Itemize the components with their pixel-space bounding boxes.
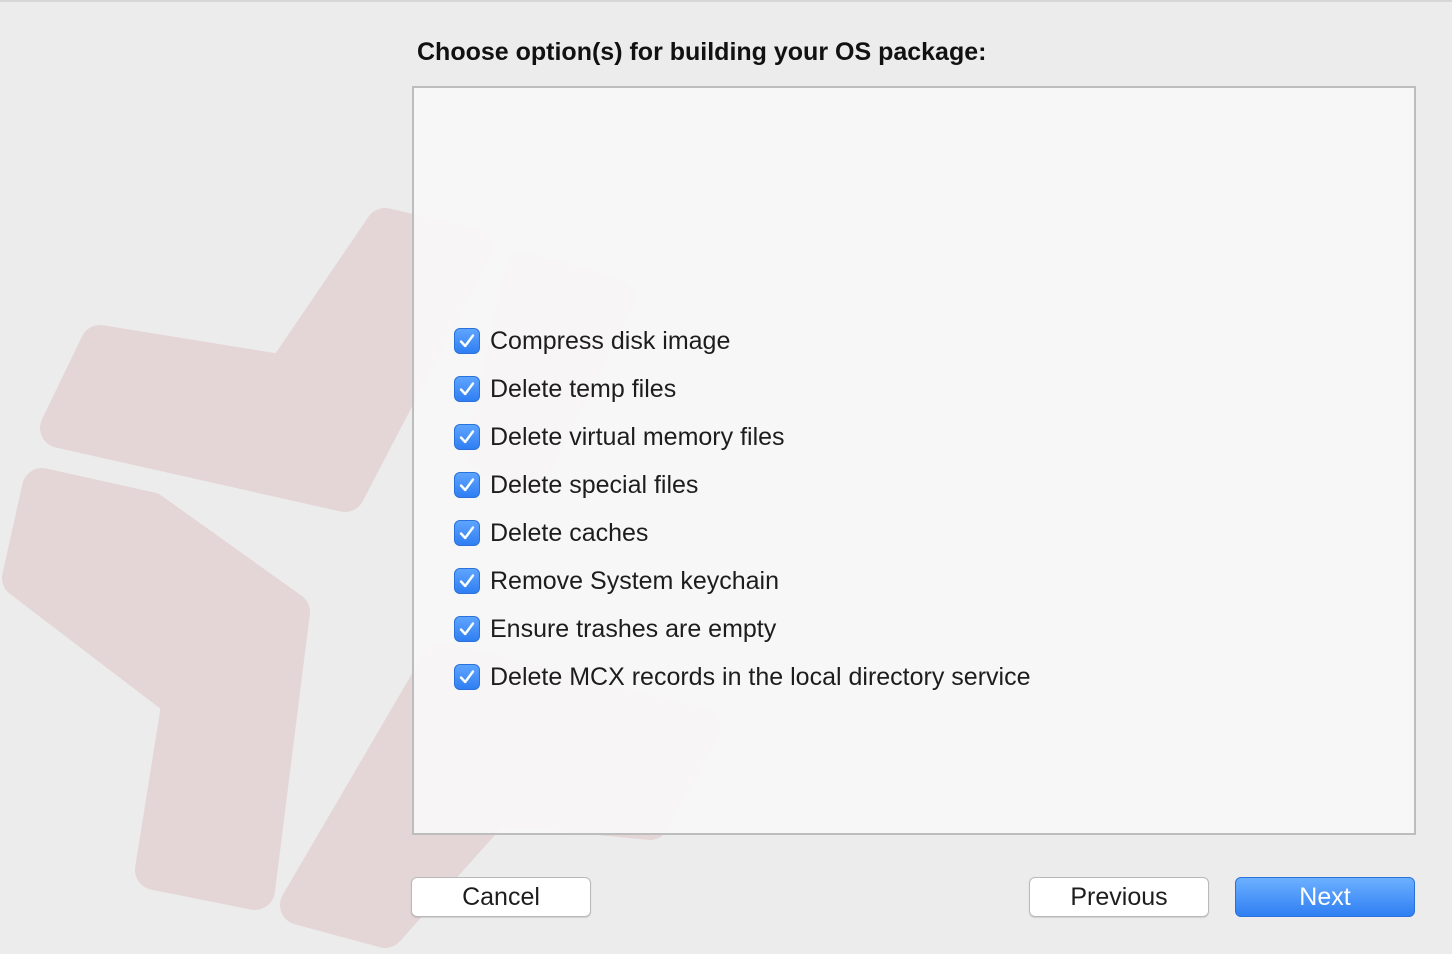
checkmark-icon[interactable]: [454, 424, 480, 450]
option-label: Remove System keychain: [490, 566, 780, 595]
checkmark-icon[interactable]: [454, 328, 480, 354]
option-label: Delete MCX records in the local director…: [490, 662, 1031, 691]
option-label: Delete caches: [490, 518, 649, 547]
next-button[interactable]: Next: [1235, 877, 1415, 917]
option-label: Delete special files: [490, 470, 699, 499]
option-delete-mcx-records[interactable]: Delete MCX records in the local director…: [454, 653, 1030, 701]
option-delete-special-files[interactable]: Delete special files: [454, 461, 1030, 509]
page-title: Choose option(s) for building your OS pa…: [417, 38, 987, 66]
previous-button[interactable]: Previous: [1029, 877, 1209, 917]
option-label: Compress disk image: [490, 326, 731, 355]
checkmark-icon[interactable]: [454, 520, 480, 546]
option-ensure-trashes-empty[interactable]: Ensure trashes are empty: [454, 605, 1030, 653]
option-compress-disk-image[interactable]: Compress disk image: [454, 317, 1030, 365]
checkmark-icon[interactable]: [454, 616, 480, 642]
checkmark-icon[interactable]: [454, 376, 480, 402]
option-label: Delete virtual memory files: [490, 422, 785, 451]
checkmark-icon[interactable]: [454, 568, 480, 594]
options-list: Compress disk image Delete temp files De…: [454, 317, 1030, 701]
cancel-button[interactable]: Cancel: [411, 877, 591, 917]
option-delete-caches[interactable]: Delete caches: [454, 509, 1030, 557]
option-remove-system-keychain[interactable]: Remove System keychain: [454, 557, 1030, 605]
option-delete-virtual-memory-files[interactable]: Delete virtual memory files: [454, 413, 1030, 461]
option-label: Delete temp files: [490, 374, 677, 403]
options-panel: Compress disk image Delete temp files De…: [412, 86, 1416, 835]
checkmark-icon[interactable]: [454, 472, 480, 498]
option-delete-temp-files[interactable]: Delete temp files: [454, 365, 1030, 413]
checkmark-icon[interactable]: [454, 664, 480, 690]
option-label: Ensure trashes are empty: [490, 614, 777, 643]
